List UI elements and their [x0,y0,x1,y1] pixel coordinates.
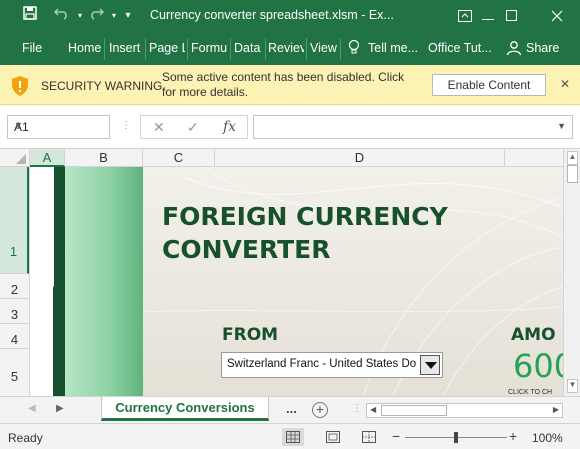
column-header-c[interactable]: C [143,149,215,167]
security-warning-message[interactable]: Some active content has been disabled. C… [162,70,412,100]
tab-page-layout[interactable]: Page L [149,41,185,55]
insert-function-icon[interactable]: fx [223,119,236,135]
formula-input[interactable]: ▼ [253,115,573,139]
from-currency-select[interactable]: Switzerland Franc - United States Dollar [221,352,443,378]
formula-bar: A1 ▼ ⋮ ✕ ✓ fx ▼ [0,105,580,149]
tab-split-grip-icon[interactable]: ⋮ [352,403,362,414]
prev-sheet-icon[interactable]: ◀ [28,403,36,414]
more-sheets-button[interactable]: ... [286,401,297,416]
tab-home[interactable]: Home [68,41,102,55]
column-header-e[interactable] [505,149,563,167]
excel-window: ▾ ▾ ▾ Currency converter spreadsheet.xls… [0,0,580,449]
save-icon[interactable] [20,6,40,26]
horizontal-scrollbar[interactable]: ◀ ▶ [366,403,563,418]
undo-icon[interactable] [52,6,72,26]
enable-content-button[interactable]: Enable Content [432,74,546,96]
formula-buttons: ✕ ✓ fx [140,115,248,139]
maximize-icon[interactable] [488,0,534,32]
decorative-dark-stripe [53,167,65,396]
share-label: Share [526,41,560,55]
page-break-view-icon[interactable] [358,428,380,446]
row-header-4[interactable]: 4 [0,324,29,349]
chevron-down-icon[interactable]: ▼ [14,120,104,130]
normal-view-icon[interactable] [282,428,304,446]
column-headers: A B C D [0,149,563,167]
amount-value[interactable]: 600 [513,347,563,385]
close-icon[interactable] [534,0,580,32]
title-line-2: CONVERTER [162,235,331,264]
decorative-green-panel [65,167,143,396]
redo-icon[interactable] [86,6,106,26]
row-header-5[interactable]: 5 [0,349,29,396]
ribbon-divider [230,38,231,60]
ribbon-tabs: File Home Insert Page L Formu Data Revie… [0,32,580,65]
column-header-a[interactable]: A [30,149,65,167]
zoom-in-icon[interactable]: + [509,428,517,444]
lightbulb-icon [348,39,360,58]
add-sheet-icon[interactable]: + [312,402,328,418]
security-warning-bar: SECURITY WARNING Some active content has… [0,65,580,105]
scroll-right-icon[interactable]: ▶ [553,405,559,414]
status-text: Ready [8,431,43,445]
tell-me-box[interactable]: Tell me... [368,41,418,55]
tab-insert[interactable]: Insert [109,41,143,55]
window-title: Currency converter spreadsheet.xlsm - Ex… [150,8,394,22]
zoom-out-icon[interactable]: − [392,428,400,444]
zoom-level[interactable]: 100% [532,431,563,445]
sheet-tabs-bar: ◀ ▶ Currency Conversions ... + ⋮ ◀ ▶ [0,396,580,423]
ribbon-divider [340,38,341,60]
tab-file[interactable]: File [22,41,42,55]
select-all-corner[interactable] [0,149,30,167]
horizontal-scroll-thumb[interactable] [381,405,447,416]
title-bar: ▾ ▾ ▾ Currency converter spreadsheet.xls… [0,0,580,32]
column-header-d[interactable]: D [215,149,505,167]
amount-hint: CLICK TO CH [508,389,553,396]
worksheet-grid[interactable]: FOREIGN CURRENCY CONVERTER FROM Switzerl… [30,167,563,396]
ribbon-divider [145,38,146,60]
share-button[interactable]: Share [500,37,564,61]
tab-review[interactable]: Reviev [268,41,304,55]
row-header-1[interactable]: 1 [0,167,29,274]
security-warning-title: SECURITY WARNING [41,79,163,93]
next-sheet-icon[interactable]: ▶ [56,403,64,414]
scroll-left-icon[interactable]: ◀ [370,405,376,414]
chevron-down-icon[interactable] [420,355,440,375]
amount-label: AMO [511,325,556,345]
name-box[interactable]: A1 ▼ [7,115,110,139]
person-icon [506,40,522,59]
cancel-icon[interactable]: ✕ [153,119,165,136]
formula-bar-grip-icon[interactable]: ⋮ [121,120,131,131]
close-warning-icon[interactable]: ✕ [560,77,570,91]
cell-a1[interactable] [30,167,53,396]
tab-currency-conversions[interactable]: Currency Conversions [101,397,269,421]
customize-toolbar-icon[interactable]: ▾ [118,6,138,26]
tab-view[interactable]: View [310,41,340,55]
from-label: FROM [222,325,279,345]
row-headers: 1 2 3 4 5 [0,167,30,396]
scroll-up-icon[interactable]: ▲ [567,151,578,165]
expand-formula-icon[interactable]: ▼ [557,121,566,131]
vertical-scrollbar[interactable]: ▲ ▼ [563,149,580,396]
status-bar: Ready − + 100% [0,423,580,449]
ribbon-divider [306,38,307,60]
title-line-1: FOREIGN CURRENCY [162,202,448,231]
row-header-3[interactable]: 3 [0,299,29,324]
vertical-scroll-thumb[interactable] [567,165,578,183]
ribbon-divider [104,38,105,60]
tab-office-tutorials[interactable]: Office Tut... [428,41,492,55]
page-layout-view-icon[interactable] [322,428,344,446]
ribbon-divider [265,38,266,60]
ribbon-divider [187,38,188,60]
scroll-down-icon[interactable]: ▼ [567,379,578,393]
converter-title: FOREIGN CURRENCY CONVERTER [162,200,448,266]
tab-data[interactable]: Data [234,41,264,55]
enter-icon[interactable]: ✓ [187,119,199,136]
converter-banner: FOREIGN CURRENCY CONVERTER FROM Switzerl… [143,167,563,396]
row-header-2[interactable]: 2 [0,274,29,299]
shield-warning-icon [10,75,30,96]
from-currency-value: Switzerland Franc - United States Dollar [227,358,417,370]
zoom-slider-thumb[interactable] [454,432,458,443]
column-header-b[interactable]: B [65,149,143,167]
tab-formulas[interactable]: Formu [191,41,227,55]
